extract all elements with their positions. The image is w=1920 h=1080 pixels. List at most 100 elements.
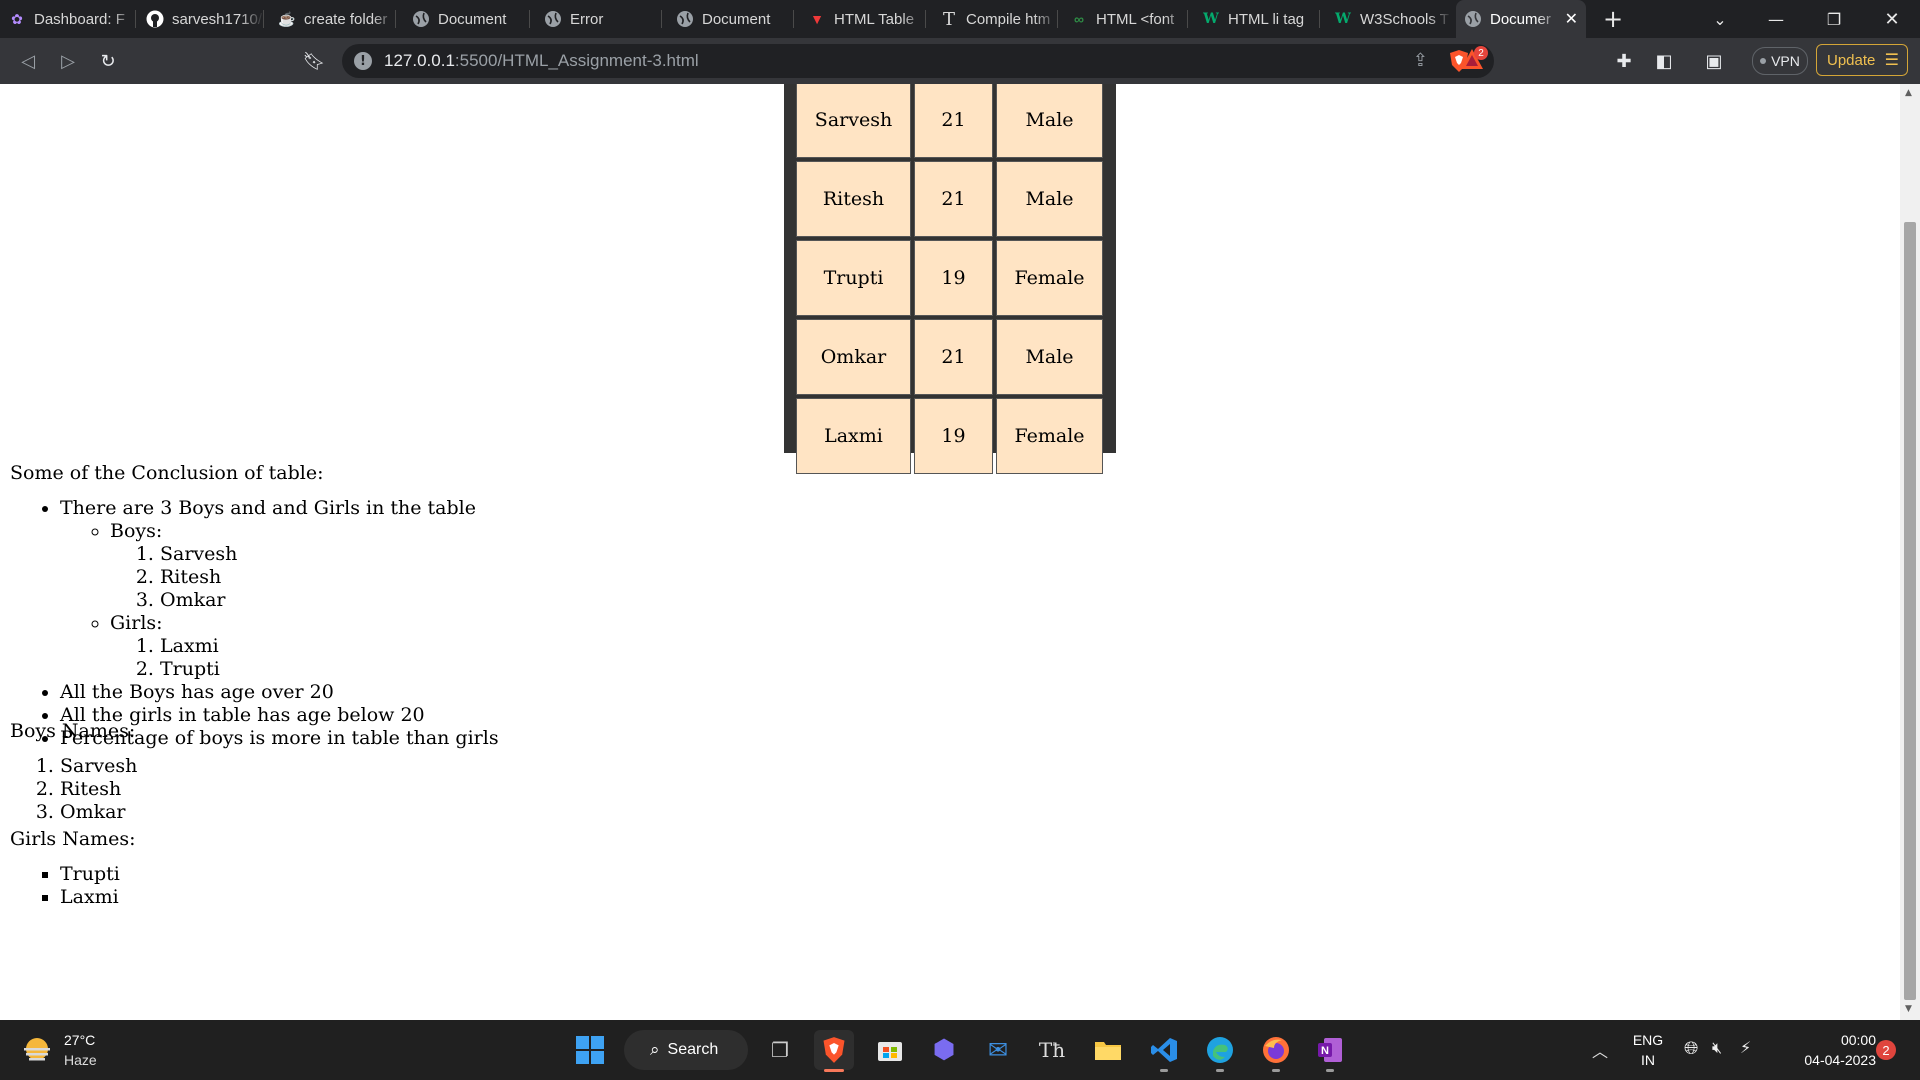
clock[interactable]: 00:00 04-04-2023 <box>1776 1030 1876 1070</box>
github-icon <box>146 10 164 28</box>
weather-condition: Haze <box>64 1052 97 1068</box>
table-row: Omkar 21 Male <box>796 319 1103 395</box>
brave-taskbar-icon[interactable] <box>814 1030 854 1072</box>
vivaldi-icon: ▼ <box>810 11 824 27</box>
conclusion-list: There are 3 Boys and and Girls in the ta… <box>10 497 499 750</box>
people-table-frame: Sarvesh 21 Male Ritesh 21 Male Trupti 19 Female O… <box>784 84 1116 474</box>
java-icon: ☕ <box>278 10 296 27</box>
share-icon[interactable]: ⇪ <box>1413 50 1428 71</box>
edge-icon[interactable] <box>1200 1030 1240 1072</box>
address-bar[interactable]: ! 127.0.0.1:5500/HTML_Assignment-3.html … <box>342 44 1494 78</box>
notification-badge[interactable]: 2 <box>1876 1040 1896 1060</box>
search-icon: ⌕ <box>650 1040 660 1060</box>
gender-cell: Female <box>996 240 1103 316</box>
volume-muted-icon[interactable]: 🔇︎ <box>1712 1038 1722 1058</box>
list-item: Ritesh <box>160 566 499 589</box>
page-scrollbar[interactable]: ▲ ▼ <box>1900 84 1920 1020</box>
url-text: 127.0.0.1:5500/HTML_Assignment-3.html <box>384 51 699 70</box>
extensions-icon[interactable]: ✚ <box>1608 38 1640 84</box>
typora-icon[interactable]: Tħ <box>1032 1030 1072 1070</box>
tab-github[interactable]: sarvesh1710/ <box>146 0 264 38</box>
tab-w3schools[interactable]: W W3Schools T <box>1334 0 1452 38</box>
list-item: Ritesh <box>60 778 137 801</box>
tab-document-1[interactable]: Document <box>412 0 530 38</box>
age-cell: 21 <box>914 84 993 158</box>
page-content: Sarvesh 21 Male Ritesh 21 Male Trupti 19 Female O… <box>0 84 1900 1020</box>
start-button[interactable] <box>570 1030 610 1070</box>
file-explorer-icon[interactable] <box>1088 1030 1128 1070</box>
site-info-icon[interactable]: ! <box>354 52 372 70</box>
close-tab-icon[interactable]: ✕ <box>1565 9 1578 28</box>
name-cell: Sarvesh <box>796 84 911 158</box>
language-indicator[interactable]: ENG IN <box>1628 1030 1668 1070</box>
tab-document-2[interactable]: Document <box>676 0 794 38</box>
gender-cell: Female <box>996 398 1103 474</box>
globe-icon <box>1464 10 1482 28</box>
gender-cell: Male <box>996 161 1103 237</box>
tab-title: HTML <font <box>1096 10 1175 28</box>
scroll-down-arrow-icon[interactable]: ▼ <box>1905 1004 1912 1014</box>
gender-sublist: Boys: Sarvesh Ritesh Omkar Girls: Laxmi … <box>60 520 499 681</box>
tab-dashboard[interactable]: ✿ Dashboard: F <box>8 0 136 38</box>
brave-rewards-icon[interactable]: 2 <box>1460 46 1488 74</box>
name-cell: Ritesh <box>796 161 911 237</box>
copilot-icon[interactable]: ⬢ <box>924 1030 964 1070</box>
update-button[interactable]: Update ☰ <box>1816 44 1908 76</box>
tab-create-folder[interactable]: ☕ create folder <box>278 0 396 38</box>
browser-tab-strip: ✿ Dashboard: F sarvesh1710/ ☕ create fol… <box>0 0 1920 38</box>
tab-html-li-tag[interactable]: W HTML li tag <box>1202 0 1320 38</box>
vscode-icon[interactable] <box>1144 1030 1184 1072</box>
bookmark-icon[interactable]: 🔖︎ <box>298 38 330 84</box>
show-hidden-icons-chevron-icon[interactable]: ︿ <box>1592 1038 1608 1062</box>
list-item: Sarvesh <box>60 755 137 778</box>
minimize-button[interactable]: — <box>1748 0 1804 38</box>
battery-charging-icon[interactable]: ⚡ <box>1740 1038 1751 1057</box>
scroll-up-arrow-icon[interactable]: ▲ <box>1905 88 1912 98</box>
forward-icon[interactable]: ▷ <box>52 38 84 84</box>
search-label: Search <box>667 1041 719 1058</box>
conclusion-heading: Some of the Conclusion of table: <box>10 462 324 484</box>
boys-subitem: Boys: Sarvesh Ritesh Omkar <box>110 520 499 612</box>
table-row: Sarvesh 21 Male <box>796 84 1103 158</box>
back-icon[interactable]: ◁ <box>12 38 44 84</box>
tab-html-font[interactable]: ∞ HTML <font <box>1070 0 1188 38</box>
age-cell: 21 <box>914 319 993 395</box>
task-view-icon[interactable]: ❐ <box>760 1030 800 1070</box>
microsoft-store-icon[interactable] <box>870 1030 910 1070</box>
tab-error[interactable]: Error <box>544 0 662 38</box>
globe-icon <box>676 10 694 28</box>
new-tab-button[interactable]: + <box>1588 0 1638 38</box>
network-icon[interactable]: 🌐︎ <box>1684 1038 1698 1059</box>
girls-names-list: Trupti Laxmi <box>10 863 120 909</box>
girls-names-heading: Girls Names: <box>10 828 136 850</box>
name-cell: Omkar <box>796 319 911 395</box>
firefox-icon[interactable] <box>1256 1030 1296 1072</box>
scroll-thumb[interactable] <box>1904 222 1916 1000</box>
reload-icon[interactable]: ↻ <box>92 38 124 84</box>
sidebar-icon[interactable]: ◧ <box>1648 38 1680 84</box>
gender-cell: Male <box>996 319 1103 395</box>
list-item: Trupti <box>60 863 120 886</box>
list-item: Omkar <box>160 589 499 612</box>
weather-widget[interactable]: 27°C Haze <box>20 1030 130 1072</box>
tab-html-table[interactable]: ▼ HTML Table <box>808 0 926 38</box>
table-row: Laxmi 19 Female <box>796 398 1103 474</box>
age-cell: 21 <box>914 161 993 237</box>
tab-search-chevron-icon[interactable]: ⌄ <box>1692 0 1748 38</box>
globe-icon <box>412 10 430 28</box>
list-item: Trupti <box>160 658 499 681</box>
wallet-icon[interactable]: ▣ <box>1698 38 1730 84</box>
w3schools-icon: W <box>1203 11 1219 27</box>
close-window-button[interactable]: ✕ <box>1864 0 1920 38</box>
weather-temperature: 27°C <box>64 1032 96 1048</box>
tab-document-active[interactable]: Documer ✕ <box>1456 0 1586 38</box>
mail-icon[interactable]: ✉ <box>978 1030 1018 1070</box>
restore-button[interactable]: ❐ <box>1806 0 1862 38</box>
boys-names-heading: Boys Names: <box>10 720 136 742</box>
svg-text:N: N <box>1321 1045 1329 1057</box>
onenote-icon[interactable]: N <box>1310 1030 1350 1072</box>
vpn-button[interactable]: VPN <box>1752 47 1808 75</box>
taskbar-search-box[interactable]: ⌕ Search <box>624 1030 748 1070</box>
tab-compile-html[interactable]: T Compile htm <box>940 0 1058 38</box>
app-icon: ✿ <box>11 10 23 27</box>
